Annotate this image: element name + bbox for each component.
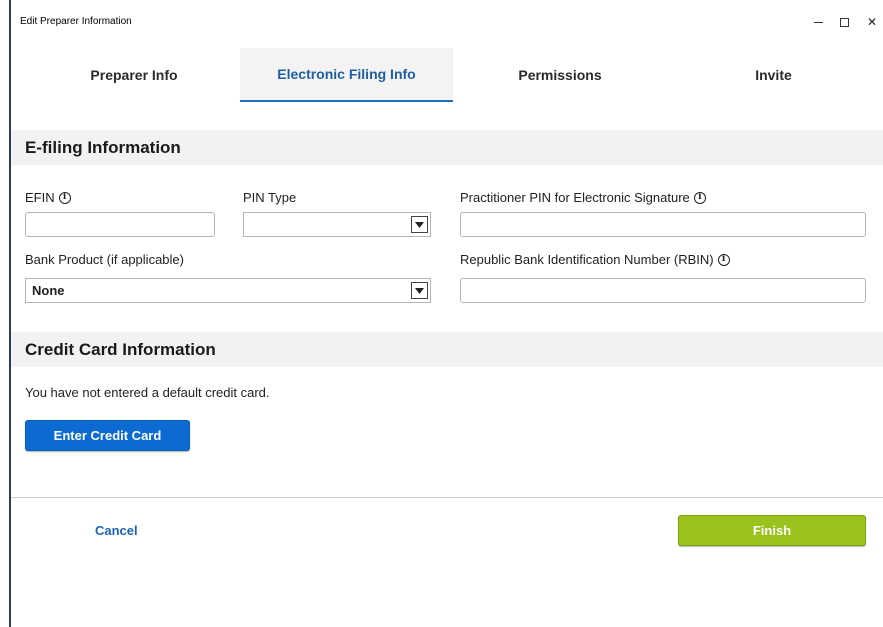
maximize-button[interactable] [829,9,859,35]
cancel-button[interactable]: Cancel [95,523,138,538]
window-title: Edit Preparer Information [20,16,132,27]
bank-product-label-text: Bank Product (if applicable) [25,252,184,267]
efin-label-text: EFIN [25,190,55,205]
tab-preparer-info[interactable]: Preparer Info [28,48,240,102]
info-icon[interactable]: i [693,191,706,204]
rbin-label: Republic Bank Identification Number (RBI… [460,252,730,267]
title-bar: Edit Preparer Information ✕ [11,0,883,44]
info-icon[interactable]: i [58,191,71,204]
tab-electronic-filing-info[interactable]: Electronic Filing Info [240,48,453,102]
credit-card-section-header: Credit Card Information [11,332,883,367]
chevron-down-icon[interactable] [411,282,428,299]
efin-input[interactable] [25,212,215,237]
efin-label: EFIN i [25,190,71,205]
footer-divider [11,497,883,498]
dialog-window: Edit Preparer Information ✕ Preparer Inf… [9,0,883,627]
pin-type-label: PIN Type [243,190,296,205]
close-icon: ✕ [866,15,878,29]
tab-invite[interactable]: Invite [667,48,880,102]
practitioner-pin-label-text: Practitioner PIN for Electronic Signatur… [460,190,690,205]
practitioner-pin-input[interactable] [460,212,866,237]
pin-type-label-text: PIN Type [243,190,297,205]
no-credit-card-message: You have not entered a default credit ca… [25,385,270,400]
bank-product-select[interactable]: None [25,278,431,303]
close-button[interactable]: ✕ [857,9,883,35]
rbin-input[interactable] [460,278,866,303]
chevron-down-icon[interactable] [411,216,428,233]
background-strip [0,0,9,627]
tab-bar: Preparer Info Electronic Filing Info Per… [28,48,883,102]
info-icon[interactable]: i [717,253,730,266]
maximize-icon [839,17,849,27]
finish-button[interactable]: Finish [678,515,866,546]
minimize-icon [813,21,823,23]
bank-product-label: Bank Product (if applicable) [25,252,184,267]
enter-credit-card-button[interactable]: Enter Credit Card [25,420,190,451]
rbin-label-text: Republic Bank Identification Number (RBI… [460,252,714,267]
tab-permissions[interactable]: Permissions [453,48,667,102]
bank-product-selected: None [32,283,65,298]
pin-type-select[interactable] [243,212,431,237]
practitioner-pin-label: Practitioner PIN for Electronic Signatur… [460,190,706,205]
efiling-section-header: E-filing Information [11,130,883,165]
